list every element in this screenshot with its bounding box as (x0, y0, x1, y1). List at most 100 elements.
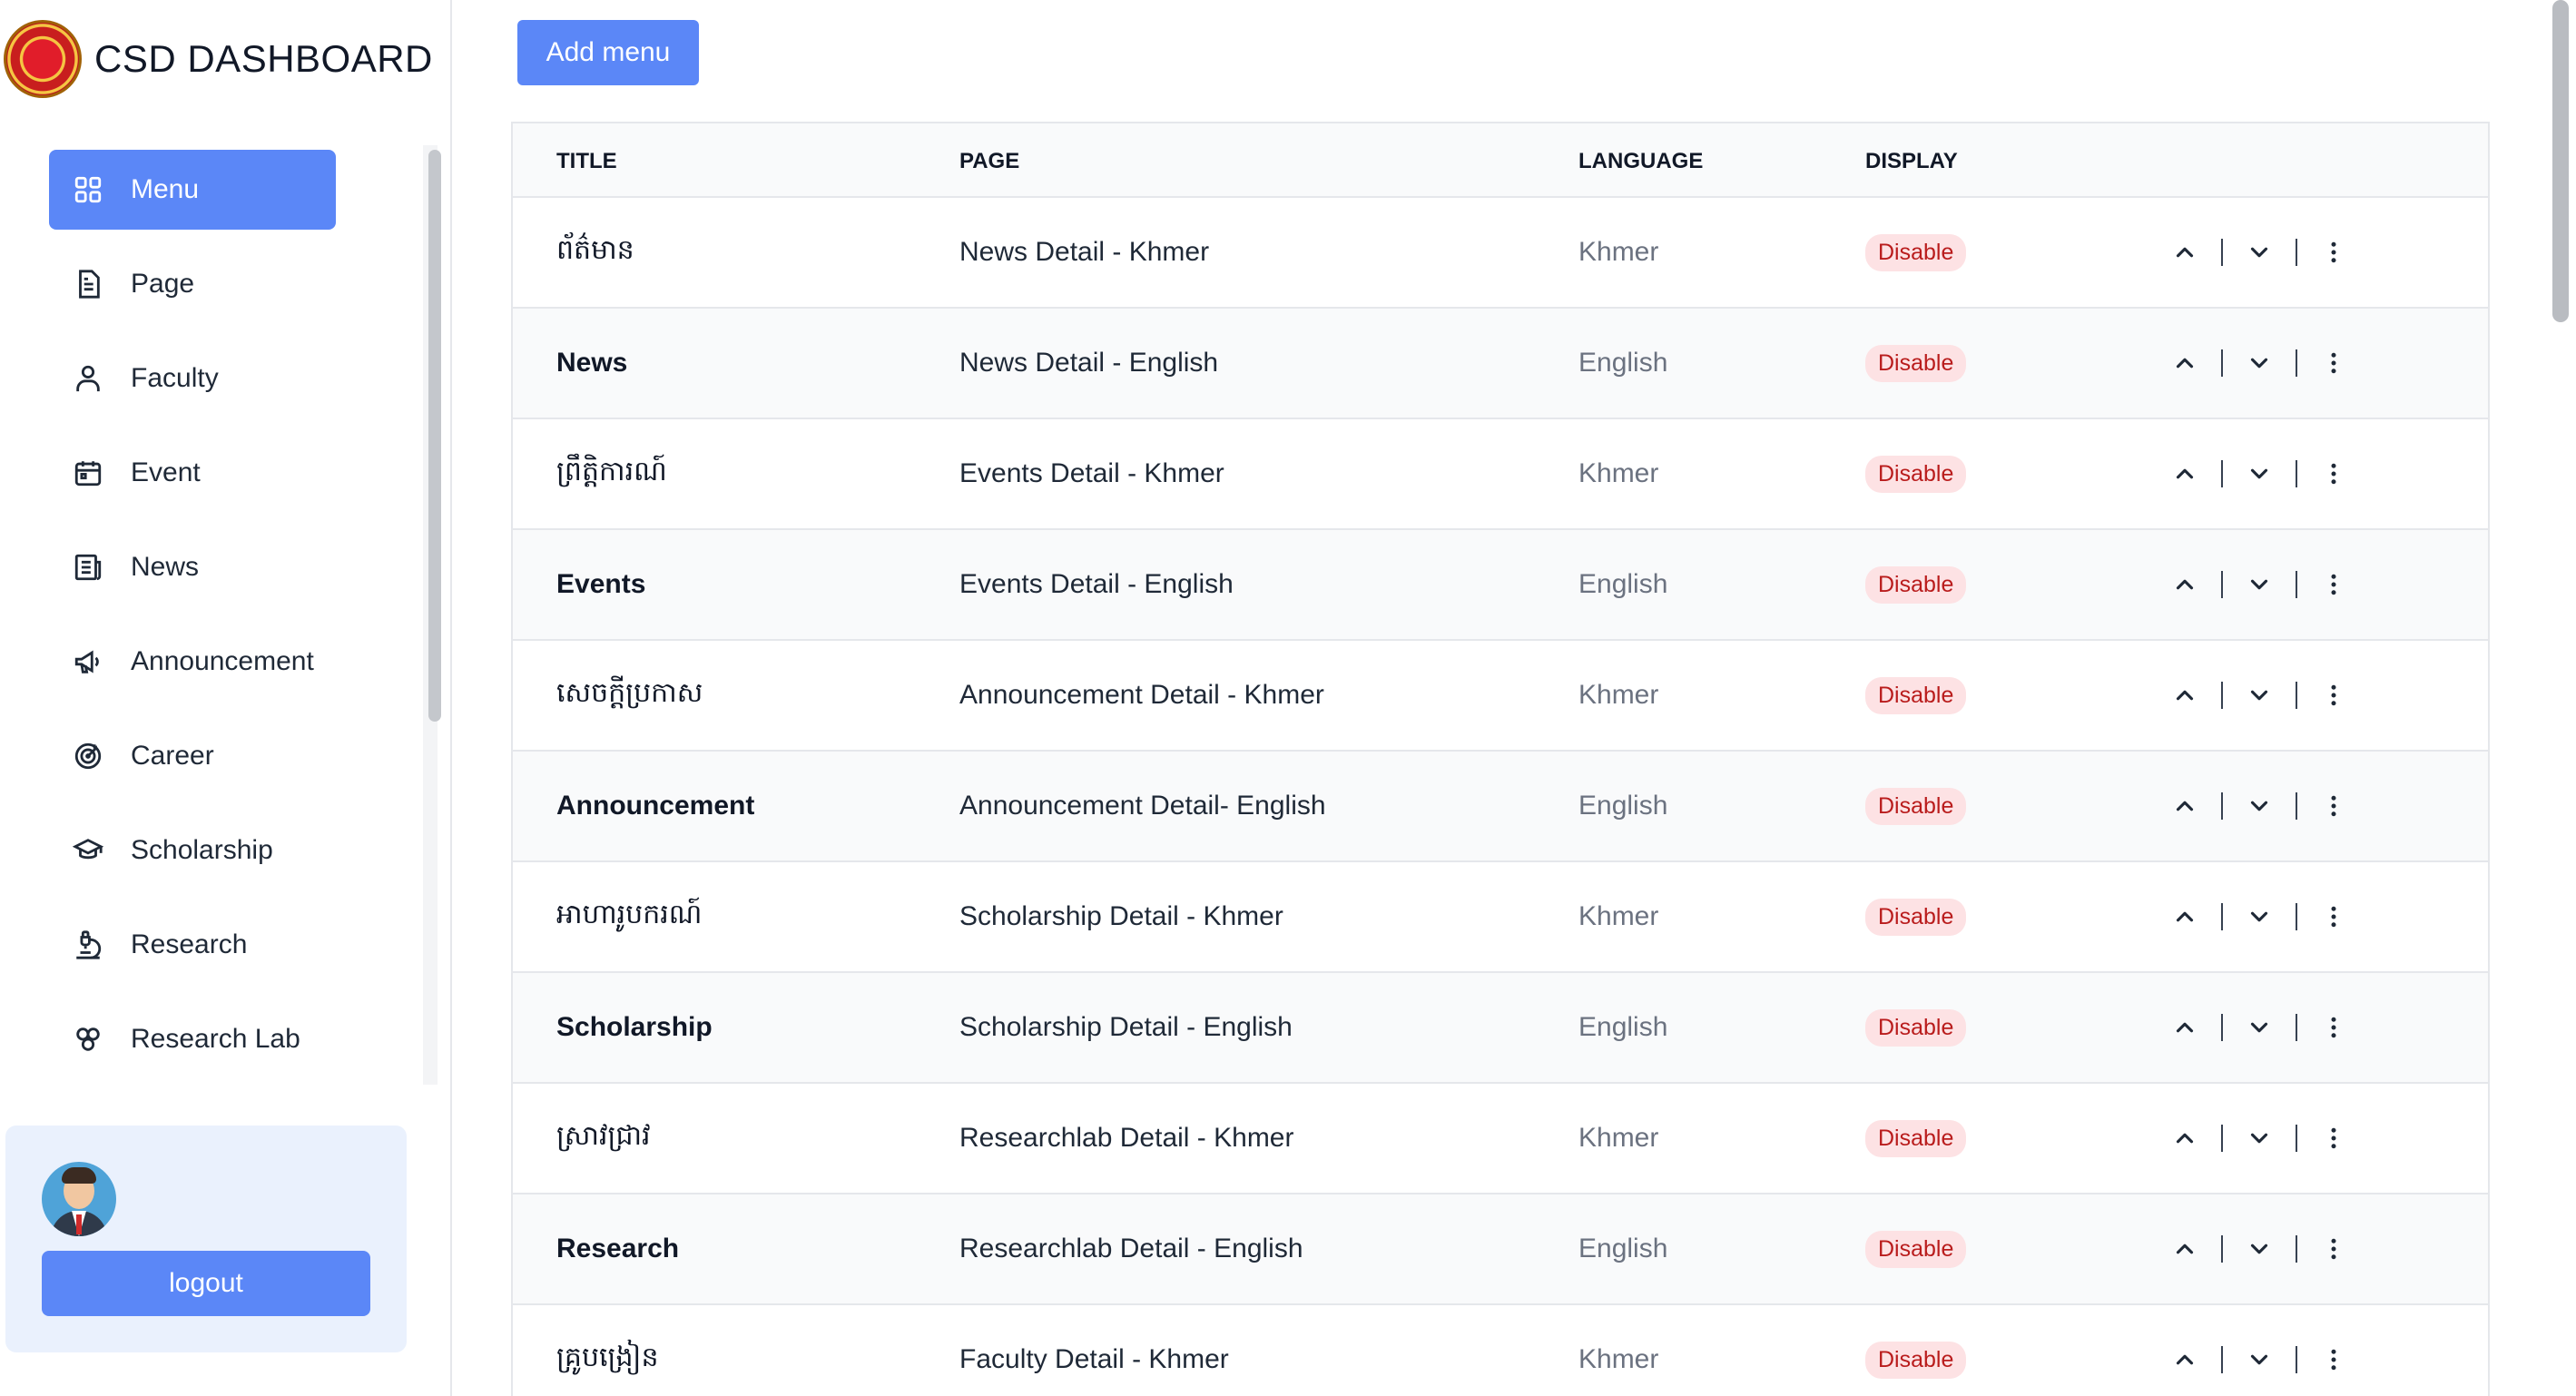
more-options-icon[interactable] (2315, 1342, 2352, 1378)
logout-button[interactable]: logout (42, 1251, 370, 1316)
document-icon (73, 269, 103, 300)
table-row[interactable]: ព្រឹត្តិការណ៍ Events Detail - Khmer Khme… (513, 419, 2488, 530)
sidebar-scrollbar[interactable] (428, 150, 441, 722)
row-language: English (1578, 569, 1668, 599)
table-row[interactable]: Scholarship Scholarship Detail - English… (513, 973, 2488, 1084)
move-down-icon[interactable] (2241, 456, 2277, 492)
move-up-icon[interactable] (2167, 345, 2203, 381)
move-up-icon[interactable] (2167, 788, 2203, 824)
sidebar-item-label: Research (131, 929, 248, 959)
row-actions (2167, 641, 2352, 750)
status-badge[interactable]: Disable (1865, 1008, 1967, 1047)
avatar[interactable] (42, 1162, 116, 1236)
divider (2221, 239, 2223, 266)
row-page: Researchlab Detail - Khmer (959, 1123, 1294, 1153)
more-options-icon[interactable] (2315, 234, 2352, 270)
divider (2296, 682, 2297, 709)
more-options-icon[interactable] (2315, 1231, 2352, 1267)
move-down-icon[interactable] (2241, 899, 2277, 935)
add-menu-button[interactable]: Add menu (517, 20, 699, 85)
sidebar-item-page[interactable]: Page (49, 244, 421, 324)
row-language: English (1578, 791, 1668, 821)
app-title: CSD DASHBOARD (94, 37, 433, 80)
move-up-icon[interactable] (2167, 456, 2203, 492)
sidebar-item-menu[interactable]: Menu (49, 150, 336, 230)
table-row[interactable]: ស្រាវជ្រាវ Researchlab Detail - Khmer Kh… (513, 1084, 2488, 1194)
more-options-icon[interactable] (2315, 1009, 2352, 1046)
divider (2296, 239, 2297, 266)
move-up-icon[interactable] (2167, 1231, 2203, 1267)
brand: CSD DASHBOARD (4, 18, 433, 100)
more-options-icon[interactable] (2315, 345, 2352, 381)
move-down-icon[interactable] (2241, 1009, 2277, 1046)
sidebar-item-event[interactable]: Event (49, 433, 421, 513)
move-down-icon[interactable] (2241, 1120, 2277, 1156)
sidebar-item-announcement[interactable]: Announcement (49, 622, 421, 702)
table-row[interactable]: សេចក្តីប្រកាស Announcement Detail - Khme… (513, 641, 2488, 752)
row-page: Faculty Detail - Khmer (959, 1344, 1229, 1374)
more-options-icon[interactable] (2315, 456, 2352, 492)
table-row[interactable]: Announcement Announcement Detail- Englis… (513, 752, 2488, 862)
status-badge[interactable]: Disable (1865, 1119, 1967, 1157)
row-page: Scholarship Detail - English (959, 1012, 1293, 1042)
table-row[interactable]: ព័ត៌មាន News Detail - Khmer Khmer Disabl… (513, 198, 2488, 309)
sidebar-item-label: Faculty (131, 363, 219, 393)
table-row[interactable]: Events Events Detail - English English D… (513, 530, 2488, 641)
sidebar-item-career[interactable]: Career (49, 716, 421, 796)
row-actions (2167, 752, 2352, 860)
status-badge[interactable]: Disable (1865, 1341, 1967, 1379)
row-title: ព័ត៌មាន (556, 235, 634, 265)
row-language: Khmer (1578, 1344, 1659, 1374)
menu-table: TITLE PAGE LANGUAGE DISPLAY ព័ត៌មាន News… (511, 122, 2490, 1396)
sidebar-item-news[interactable]: News (49, 527, 421, 607)
sidebar-item-faculty[interactable]: Faculty (49, 339, 421, 418)
move-down-icon[interactable] (2241, 566, 2277, 603)
divider (2221, 1125, 2223, 1152)
table-row[interactable]: News News Detail - English English Disab… (513, 309, 2488, 419)
divider (2221, 682, 2223, 709)
page-scrollbar[interactable] (2552, 0, 2569, 322)
move-down-icon[interactable] (2241, 234, 2277, 270)
sidebar-item-research[interactable]: Research (49, 905, 421, 985)
status-badge[interactable]: Disable (1865, 787, 1967, 825)
row-title: Announcement (556, 791, 755, 821)
move-down-icon[interactable] (2241, 345, 2277, 381)
move-up-icon[interactable] (2167, 899, 2203, 935)
move-up-icon[interactable] (2167, 1120, 2203, 1156)
move-up-icon[interactable] (2167, 677, 2203, 713)
row-actions (2167, 530, 2352, 639)
status-badge[interactable]: Disable (1865, 898, 1967, 936)
status-badge[interactable]: Disable (1865, 344, 1967, 382)
row-title: អាហារូបករណ៍ (556, 900, 703, 929)
more-options-icon[interactable] (2315, 1120, 2352, 1156)
row-title: ព្រឹត្តិការណ៍ (556, 457, 667, 487)
more-options-icon[interactable] (2315, 899, 2352, 935)
table-row[interactable]: គ្រូបង្រៀន Faculty Detail - Khmer Khmer … (513, 1305, 2488, 1396)
table-row[interactable]: Research Researchlab Detail - English En… (513, 1194, 2488, 1305)
move-down-icon[interactable] (2241, 1342, 2277, 1378)
table-row[interactable]: អាហារូបករណ៍ Scholarship Detail - Khmer K… (513, 862, 2488, 973)
status-badge[interactable]: Disable (1865, 565, 1967, 604)
sidebar-item-label: Scholarship (131, 835, 273, 865)
more-options-icon[interactable] (2315, 677, 2352, 713)
move-up-icon[interactable] (2167, 1009, 2203, 1046)
megaphone-icon (73, 646, 103, 677)
status-badge[interactable]: Disable (1865, 455, 1967, 493)
status-badge[interactable]: Disable (1865, 1230, 1967, 1268)
status-badge[interactable]: Disable (1865, 676, 1967, 714)
sidebar-item-research-lab[interactable]: Research Lab (49, 999, 421, 1079)
status-badge[interactable]: Disable (1865, 233, 1967, 271)
move-down-icon[interactable] (2241, 788, 2277, 824)
sidebar-item-scholarship[interactable]: Scholarship (49, 811, 421, 890)
divider (2221, 903, 2223, 930)
more-options-icon[interactable] (2315, 788, 2352, 824)
divider (2221, 460, 2223, 487)
sidebar-nav: Menu Page Faculty Event News Announcemen… (49, 150, 421, 1094)
row-language: Khmer (1578, 901, 1659, 931)
more-options-icon[interactable] (2315, 566, 2352, 603)
move-up-icon[interactable] (2167, 566, 2203, 603)
move-down-icon[interactable] (2241, 1231, 2277, 1267)
move-up-icon[interactable] (2167, 234, 2203, 270)
move-up-icon[interactable] (2167, 1342, 2203, 1378)
move-down-icon[interactable] (2241, 677, 2277, 713)
